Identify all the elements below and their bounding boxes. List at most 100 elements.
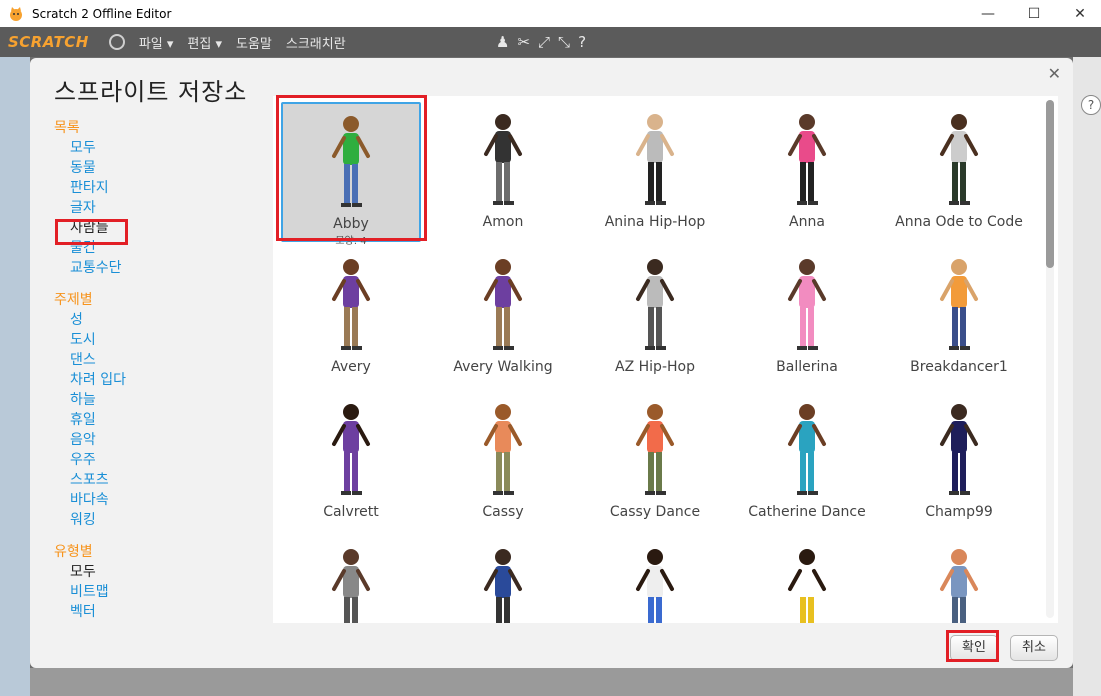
scratch-logo[interactable]: SCRATCH — [8, 33, 89, 51]
sprite-thumbnail — [940, 114, 978, 205]
sprite-thumbnail — [940, 404, 978, 495]
sprite-thumbnail — [788, 259, 826, 350]
sprite-tile[interactable] — [889, 537, 1029, 623]
category-item-fantasy[interactable]: 판타지 — [54, 178, 264, 198]
sprite-thumbnail — [332, 549, 370, 623]
minimize-button[interactable]: — — [965, 0, 1011, 27]
type-item-bitmap[interactable]: 비트맵 — [54, 582, 264, 602]
window-titlebar: Scratch 2 Offline Editor — ☐ ✕ — [0, 0, 1101, 27]
menu-file[interactable]: 파일 ▾ — [139, 33, 174, 52]
theme-item-city[interactable]: 도시 — [54, 330, 264, 350]
sprite-thumbnail — [484, 404, 522, 495]
type-item-all[interactable]: 모두 — [54, 562, 264, 582]
dialog-title: 스프라이트 저장소 — [54, 78, 248, 106]
sprite-name: Calvrett — [323, 504, 379, 520]
theme-item-space[interactable]: 우주 — [54, 450, 264, 470]
sprite-name: Cassy — [482, 504, 524, 520]
theme-item-walking[interactable]: 워킹 — [54, 510, 264, 530]
sprite-name: Anna Ode to Code — [895, 214, 1023, 230]
sprite-tile[interactable]: Cassy — [433, 392, 573, 532]
sprite-tile[interactable]: Anna Ode to Code — [889, 102, 1029, 242]
sprite-name: Catherine Dance — [748, 504, 866, 520]
sprite-thumbnail — [788, 549, 826, 623]
background-stage-strip — [0, 57, 30, 696]
grid-scrollbar[interactable] — [1046, 100, 1054, 618]
sprite-library-dialog: 스프라이트 저장소 ✕ 목록 모두 동물 판타지 글자 사람들 물건 교통수단 … — [30, 58, 1073, 668]
theme-item-underwater[interactable]: 바다속 — [54, 490, 264, 510]
sprite-thumbnail — [332, 404, 370, 495]
sprite-tile[interactable]: Champ99 — [889, 392, 1029, 532]
theme-item-music[interactable]: 음악 — [54, 430, 264, 450]
theme-item-dress-up[interactable]: 차려 입다 — [54, 370, 264, 390]
sprite-tile[interactable] — [433, 537, 573, 623]
scratch-cat-icon — [10, 6, 22, 21]
sprite-tile[interactable]: Avery — [281, 247, 421, 387]
type-item-vector[interactable]: 벡터 — [54, 602, 264, 622]
category-item-animals[interactable]: 동물 — [54, 158, 264, 178]
theme-heading: 주제별 — [54, 292, 93, 308]
duplicate-stamp-icon[interactable]: ♟ — [496, 33, 509, 51]
sprite-thumbnail — [332, 259, 370, 350]
sprite-tile[interactable] — [281, 537, 421, 623]
cut-scissors-icon[interactable]: ✂ — [517, 33, 530, 51]
dialog-close-icon[interactable]: ✕ — [1048, 64, 1061, 83]
sprite-name: Avery Walking — [453, 359, 553, 375]
grid-scrollbar-thumb[interactable] — [1046, 100, 1054, 268]
menu-about[interactable]: 스크래치란 — [286, 33, 346, 52]
help-block-icon[interactable]: ? — [578, 33, 586, 51]
category-item-transportation[interactable]: 교통수단 — [54, 258, 264, 278]
sprite-tile[interactable]: Catherine Dance — [737, 392, 877, 532]
category-item-all[interactable]: 모두 — [54, 138, 264, 158]
sprite-thumbnail — [636, 259, 674, 350]
theme-item-castle[interactable]: 성 — [54, 310, 264, 330]
sprite-tile[interactable]: Anna — [737, 102, 877, 242]
sprite-thumbnail — [484, 114, 522, 205]
menu-help[interactable]: 도움말 — [236, 33, 272, 52]
sprite-name: Anna — [789, 214, 825, 230]
sprite-tile[interactable]: Amon — [433, 102, 573, 242]
language-globe-icon[interactable] — [108, 34, 125, 50]
maximize-button[interactable]: ☐ — [1011, 0, 1057, 27]
sprite-tile[interactable] — [737, 537, 877, 623]
library-sidebar: 목록 모두 동물 판타지 글자 사람들 물건 교통수단 주제별 성 도시 댄스 … — [54, 118, 264, 622]
type-heading: 유형별 — [54, 544, 93, 560]
sprite-tile[interactable]: Calvrett — [281, 392, 421, 532]
sprite-thumbnail — [788, 114, 826, 205]
theme-item-flying[interactable]: 하늘 — [54, 390, 264, 410]
theme-item-sports[interactable]: 스포츠 — [54, 470, 264, 490]
sprite-tile[interactable]: Ballerina — [737, 247, 877, 387]
sprite-tile[interactable]: Cassy Dance — [585, 392, 725, 532]
sprite-thumbnail — [484, 259, 522, 350]
sprite-tile[interactable]: Anina Hip-Hop — [585, 102, 725, 242]
theme-item-dance[interactable]: 댄스 — [54, 350, 264, 370]
sprite-name: AZ Hip-Hop — [615, 359, 695, 375]
sprite-tile[interactable]: Avery Walking — [433, 247, 573, 387]
window-close-button[interactable]: ✕ — [1057, 0, 1101, 27]
category-item-letters[interactable]: 글자 — [54, 198, 264, 218]
highlight-box-ok — [946, 630, 999, 662]
background-right-panel: ? — [1073, 57, 1101, 696]
background-bottom-strip — [30, 668, 1073, 696]
theme-item-holiday[interactable]: 휴일 — [54, 410, 264, 430]
sprite-thumbnail — [636, 404, 674, 495]
window-title: Scratch 2 Offline Editor — [32, 6, 172, 21]
sprite-name: Champ99 — [925, 504, 993, 520]
sprite-thumbnail — [636, 549, 674, 623]
grow-icon[interactable]: ⤢ — [538, 33, 550, 51]
sprite-tile[interactable]: AZ Hip-Hop — [585, 247, 725, 387]
cancel-button[interactable]: 취소 — [1010, 635, 1058, 661]
sprite-tile[interactable] — [585, 537, 725, 623]
sprite-name: Ballerina — [776, 359, 838, 375]
category-heading: 목록 — [54, 120, 80, 136]
shrink-icon[interactable]: ⤡ — [558, 33, 570, 51]
help-icon[interactable]: ? — [1081, 95, 1101, 115]
sprite-name: Cassy Dance — [609, 504, 701, 520]
menu-edit[interactable]: 편집 ▾ — [187, 33, 222, 52]
sprite-thumbnail — [636, 114, 674, 205]
sprite-name: Anina Hip-Hop — [604, 214, 706, 230]
sprite-thumbnail — [940, 259, 978, 350]
sprite-thumbnail — [940, 549, 978, 623]
sprite-tile[interactable]: Breakdancer1 — [889, 247, 1029, 387]
toolbar: ♟ ✂ ⤢ ⤡ ? — [496, 33, 586, 51]
highlight-box-people — [55, 219, 128, 245]
